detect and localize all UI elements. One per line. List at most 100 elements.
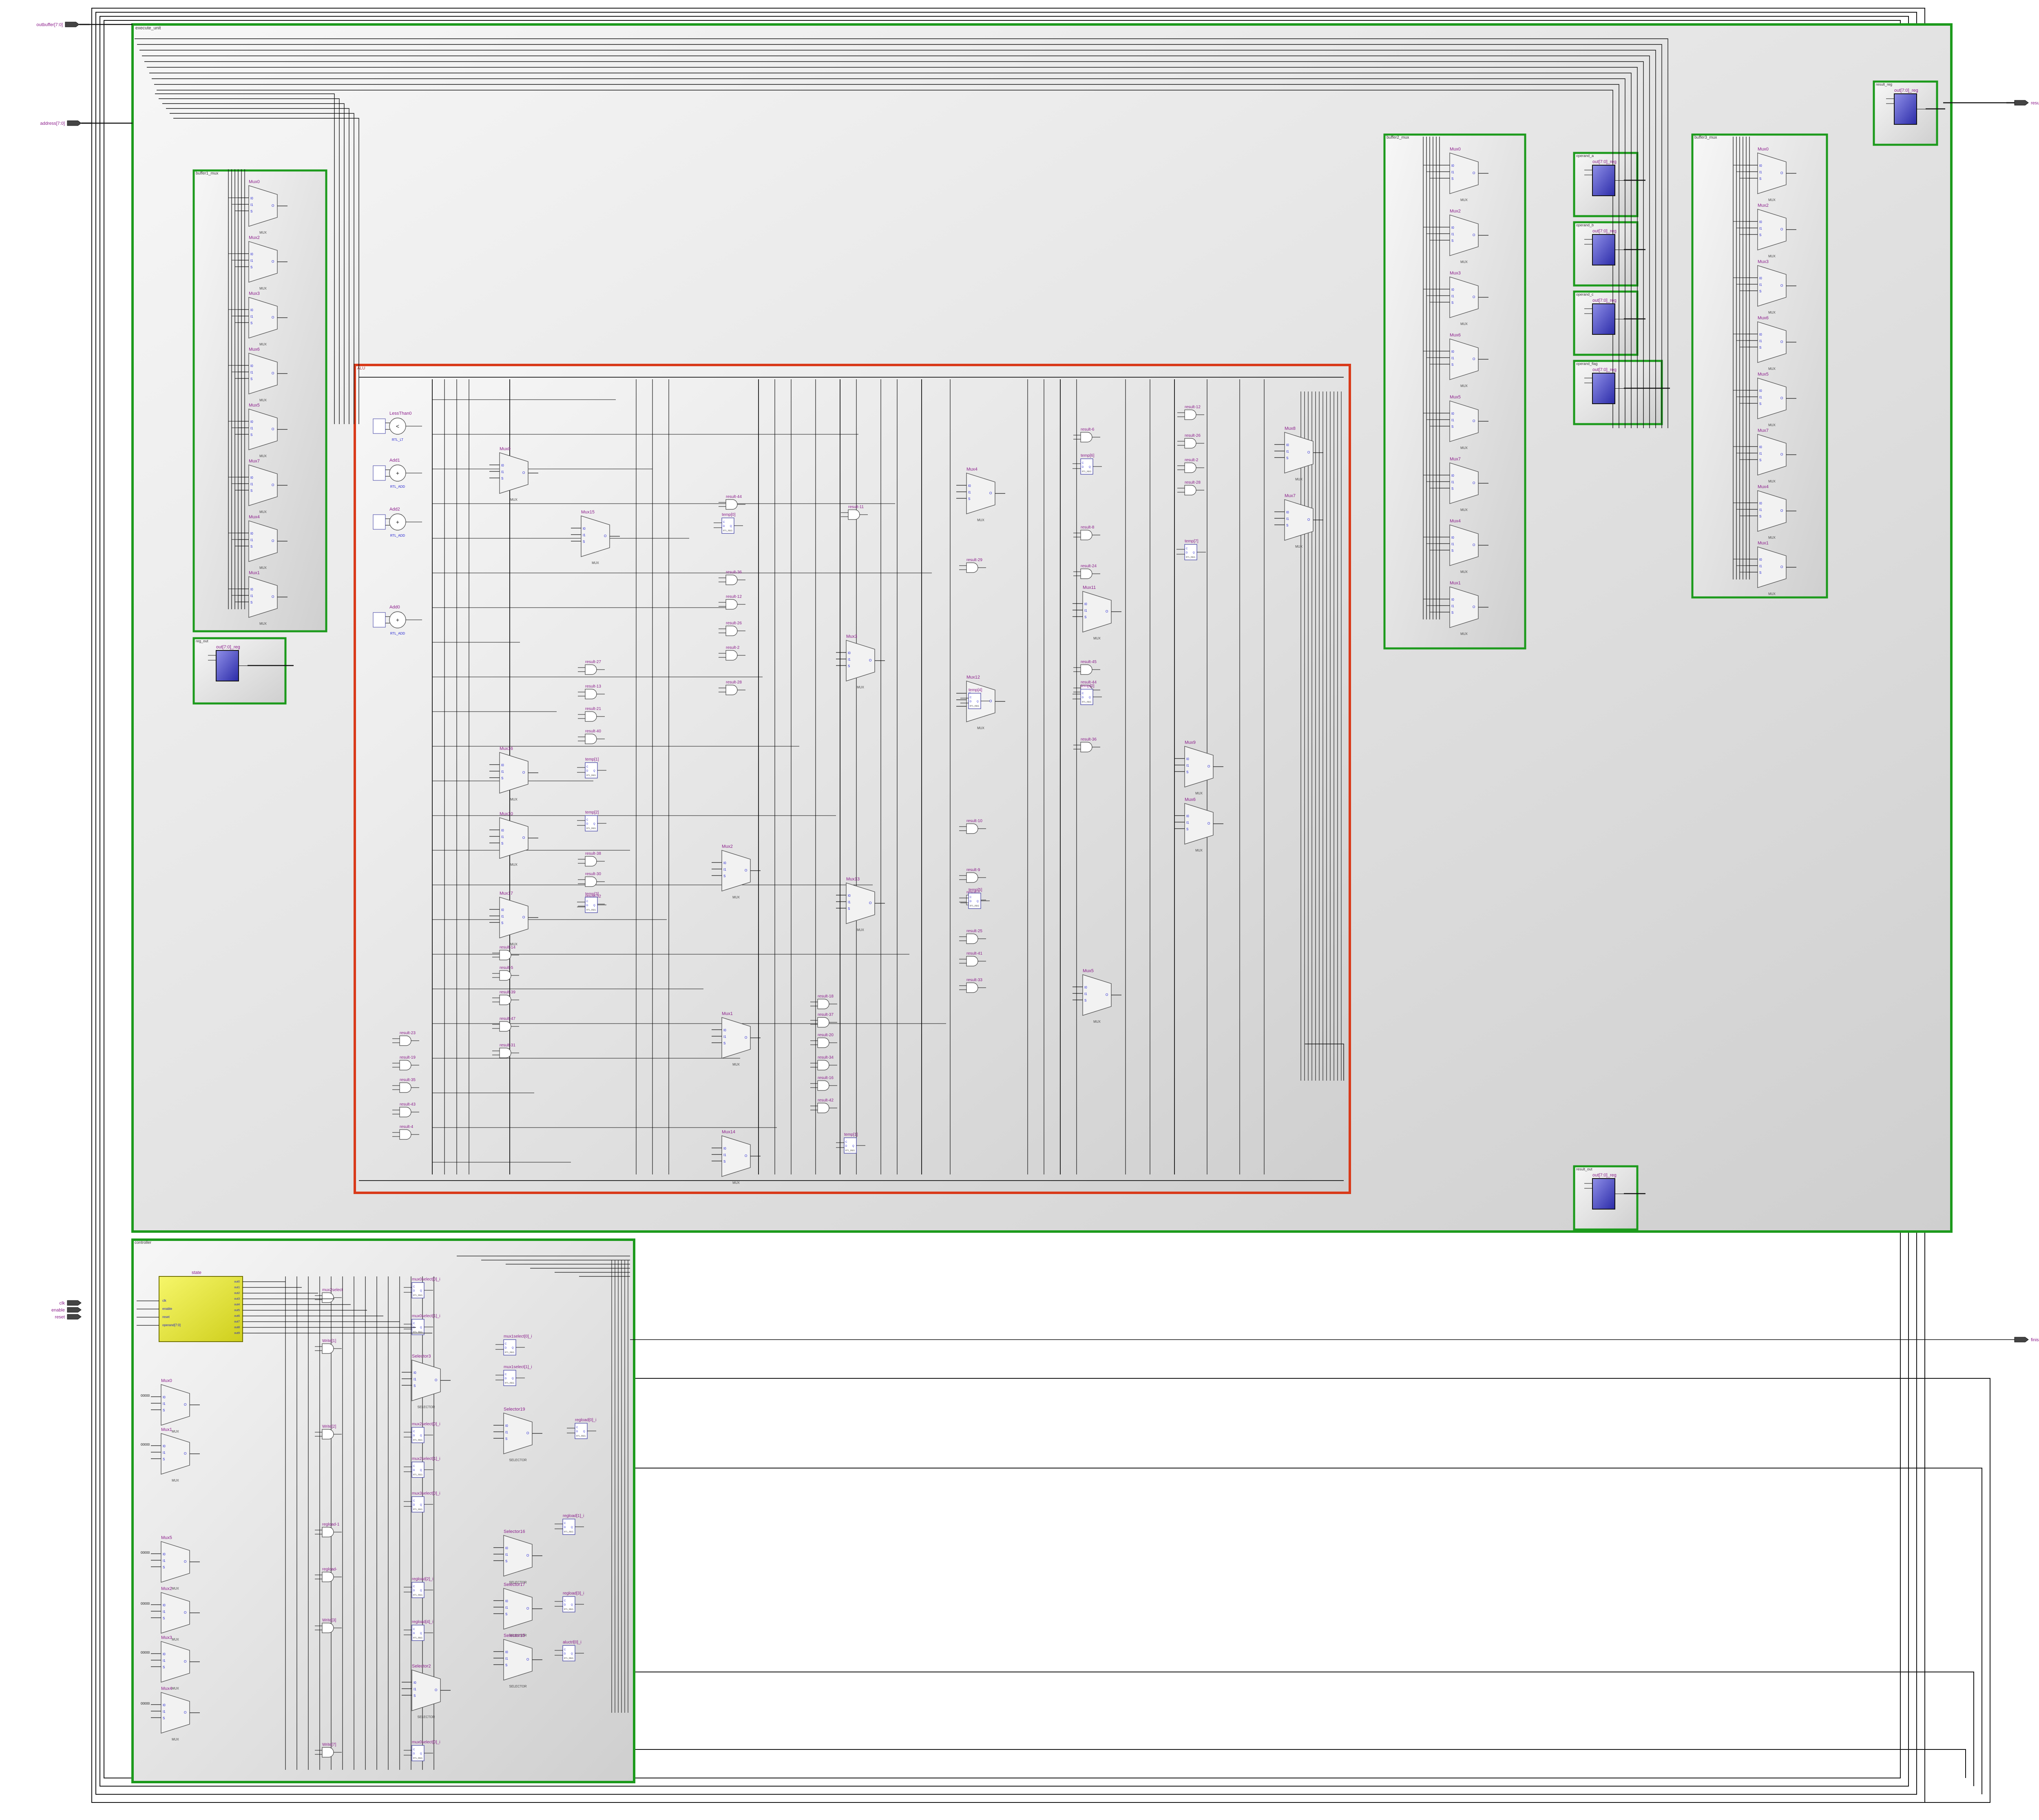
cell-name-label: Mux12 [966,675,980,680]
pin-label: O [1473,357,1475,361]
cell-type-label: MUX [172,1738,179,1741]
module-label: result_out [1576,1167,1592,1171]
input-port[interactable]: outbuffer[7:0] [36,22,90,27]
pin-label: O [1106,610,1108,613]
output-port[interactable]: result[7:0] [2006,100,2039,106]
module-label-buffer3: buffer3_mux [1694,135,1717,140]
port-label: outbuffer[7:0] [36,22,63,27]
pin-label: I0 [250,252,253,256]
pin-label: I1 [1451,170,1454,174]
pin-label: C [413,1628,415,1631]
pin-label: I0 [848,651,851,655]
cell-name-label: Selector19 [504,1407,525,1412]
cell-name-label: result-36 [726,570,742,575]
cell-type-label: MUX [259,510,267,514]
output-port[interactable]: finished [2014,1337,2039,1342]
pin-label: I0 [1451,598,1454,602]
cell-name-label: out[7:0]_reg [216,645,240,650]
cell-type-label: RTL_LT [392,438,403,442]
port-label: reset [55,1315,65,1320]
pin-label: I0 [968,484,971,488]
fsm-output-pin: out4 [234,1303,240,1306]
pin-label: O [1780,340,1783,344]
pin-label: I0 [163,1444,166,1448]
pin-label: O [435,1378,437,1382]
cell-type-label: RTL_REG [413,1637,422,1639]
register-module[interactable]: reg_out [192,637,294,705]
pin-label: I0 [583,527,586,531]
pin-label: C [413,1586,415,1588]
pin-label: D [1082,697,1084,699]
pin-label: I0 [1451,226,1454,230]
cell-type-label: MUX [1460,260,1468,264]
cell-name-label: Mux7 [249,459,260,464]
const-value-label: 00000 [141,1443,150,1446]
cell-type-label: MUX [172,1638,179,1641]
input-port[interactable]: address[7:0] [40,120,92,126]
pin-label: O [526,1607,529,1610]
pin-label: I1 [1451,232,1454,236]
pin-label: O [272,483,274,487]
pin-label: S [1759,346,1761,349]
pin-label: I1 [250,427,253,430]
cell-name-label: result-9 [966,868,980,872]
cell-type-label: RTL_REG [413,1594,422,1597]
cell-name-label: result-33 [966,978,982,982]
cell-name-label: regload-1 [322,1522,340,1527]
pin-label: C [576,1426,578,1429]
module-label: operand_b [1576,223,1594,227]
pin-label: I1 [250,482,253,486]
cell-name-label: result-28 [726,680,742,685]
cell-name-label: Mux17 [500,891,513,896]
pin-label: S [1186,827,1188,831]
pin-label: S [163,1716,165,1720]
pin-label: S [723,1160,725,1163]
pin-label: S [501,776,503,780]
pin-label: I1 [1186,764,1189,767]
pin-label: Q [1089,466,1091,469]
cell-name-label: result-42 [818,1098,834,1103]
cell-type-label: RTL_REG [1186,556,1195,559]
pin-label: D [564,1653,566,1655]
fsm-output-pin: out8 [234,1326,240,1329]
cell-name-label: regload- [322,1567,337,1572]
pin-label: O [272,316,274,319]
cell-name-label: temp[2] [585,810,599,815]
pin-label: I1 [848,658,851,661]
cell-type-label: MUX [172,1587,179,1590]
input-port[interactable]: enable [51,1307,82,1313]
cell-name-label: regload[1]_i [563,1514,584,1518]
cell-type-label: RTL_REG [413,1439,422,1442]
cell-name-label: Mux6 [1758,316,1769,321]
cell-name-label: result-25 [966,929,982,933]
pin-label: S [501,477,503,480]
pin-label: S [163,1665,165,1669]
module-label-controller: controller [135,1241,152,1245]
pin-label: Q [571,1604,573,1606]
pin-label: O [1473,605,1475,609]
cell-type-label: RTL_REG [564,1608,573,1611]
cell-name-label: result-13 [585,684,601,689]
cell-name-label: temp[6] [1081,453,1095,458]
cell-name-label: Add2 [389,507,400,512]
input-port[interactable]: clk [60,1300,82,1306]
cell-type-label: RTL_REG [845,1150,855,1152]
cell-name-label: result-37 [818,1013,834,1017]
module-label-execute-unit: execute_unit [135,26,161,31]
cell-name-label: Mux6 [1185,797,1196,802]
cell-type-label: MUX [1195,849,1203,852]
pin-label: S [1759,290,1761,293]
pin-label: Q [583,1431,585,1433]
pin-label: S [1451,487,1453,491]
pin-label: I0 [163,1652,166,1656]
cell-type-label: MUX [592,561,599,565]
pin-label: O [272,372,274,375]
pin-label: S [1451,549,1453,553]
pin-label: O [1207,765,1210,768]
cell-name-label: result-8 [1081,525,1095,530]
pin-label: I1 [505,1553,508,1557]
schematic-canvas: execute_unit ALU controller buffer1_mux … [36,8,2039,1803]
cell-name-label: Mux0 [1758,147,1769,152]
const-value-label: 00000 [141,1551,150,1555]
input-port[interactable]: reset [55,1314,82,1320]
